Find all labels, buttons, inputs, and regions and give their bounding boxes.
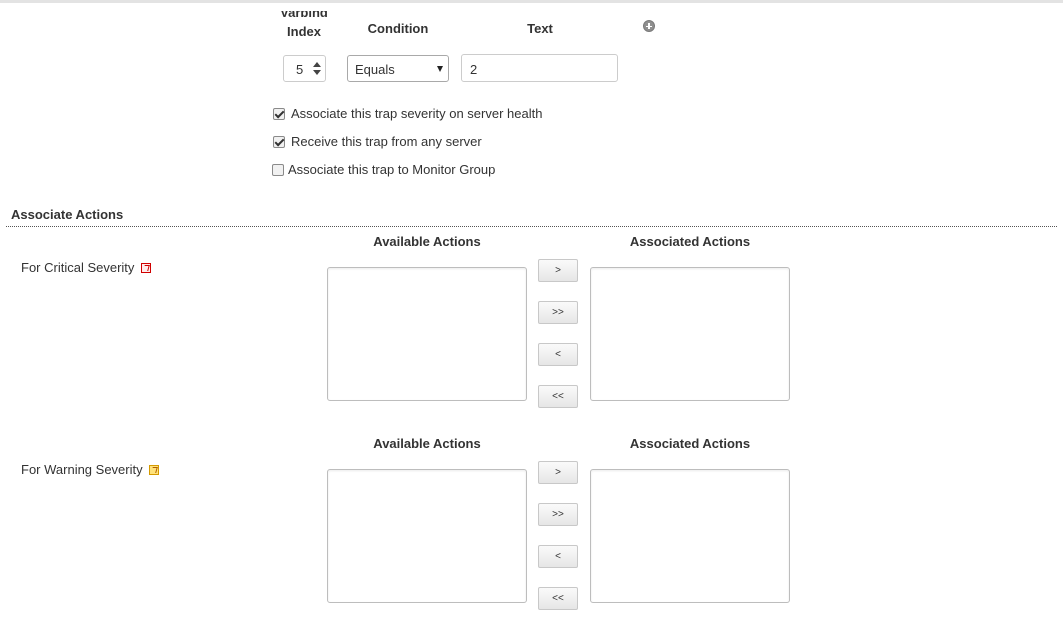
receive-any-server-label: Receive this trap from any server: [291, 134, 482, 149]
associated-actions-header: Associated Actions: [629, 234, 751, 249]
chevron-down-icon: [437, 66, 443, 72]
condition-header: Condition: [367, 21, 429, 36]
varbind-index-spinner[interactable]: 5: [283, 55, 326, 82]
text-input-value: 2: [470, 62, 478, 77]
critical-severity-label: For Critical Severity: [21, 260, 135, 275]
warning-associated-actions-list[interactable]: [590, 469, 790, 603]
warning-move-right-button[interactable]: >: [538, 461, 578, 484]
warning-available-actions-list[interactable]: [327, 469, 527, 603]
condition-select[interactable]: Equals: [347, 55, 449, 82]
warning-move-all-left-button[interactable]: <<: [538, 587, 578, 610]
warning-move-left-button[interactable]: <: [538, 545, 578, 568]
text-header: Text: [527, 21, 553, 36]
plus-circle-icon[interactable]: [643, 20, 655, 32]
associate-actions-title: Associate Actions: [11, 207, 124, 222]
critical-severity-icon[interactable]: [141, 263, 152, 273]
condition-selected-value: Equals: [355, 62, 395, 77]
varbind-index-value: 5: [296, 62, 304, 77]
critical-available-actions-list[interactable]: [327, 267, 527, 401]
critical-move-left-button[interactable]: <: [538, 343, 578, 366]
warning-severity-icon[interactable]: [149, 465, 160, 475]
varbind-index-header: Varbind Index: [280, 11, 328, 39]
available-actions-header: Available Actions: [373, 234, 481, 249]
text-input[interactable]: 2: [461, 54, 618, 82]
associated-actions-header: Associated Actions: [629, 436, 751, 451]
associate-monitor-group-label: Associate this trap to Monitor Group: [288, 162, 496, 177]
critical-move-all-right-button[interactable]: >>: [538, 301, 578, 324]
associate-severity-health-checkbox[interactable]: [273, 108, 285, 120]
warning-move-all-right-button[interactable]: >>: [538, 503, 578, 526]
warning-severity-row: For Warning Severity: [21, 462, 160, 477]
top-divider: [0, 0, 1063, 3]
critical-move-right-button[interactable]: >: [538, 259, 578, 282]
associate-severity-health-label: Associate this trap severity on server h…: [291, 106, 543, 121]
critical-severity-row: For Critical Severity: [21, 260, 152, 275]
available-actions-header: Available Actions: [373, 436, 481, 451]
spinner-arrows-icon[interactable]: [313, 61, 321, 77]
section-divider: [6, 226, 1057, 227]
trap-configuration-form: Varbind Index Condition Text 5 Equals 2 …: [0, 0, 1063, 639]
critical-move-all-left-button[interactable]: <<: [538, 385, 578, 408]
receive-any-server-checkbox[interactable]: [273, 136, 285, 148]
warning-severity-label: For Warning Severity: [21, 462, 143, 477]
associate-monitor-group-checkbox[interactable]: [272, 164, 284, 176]
critical-associated-actions-list[interactable]: [590, 267, 790, 401]
